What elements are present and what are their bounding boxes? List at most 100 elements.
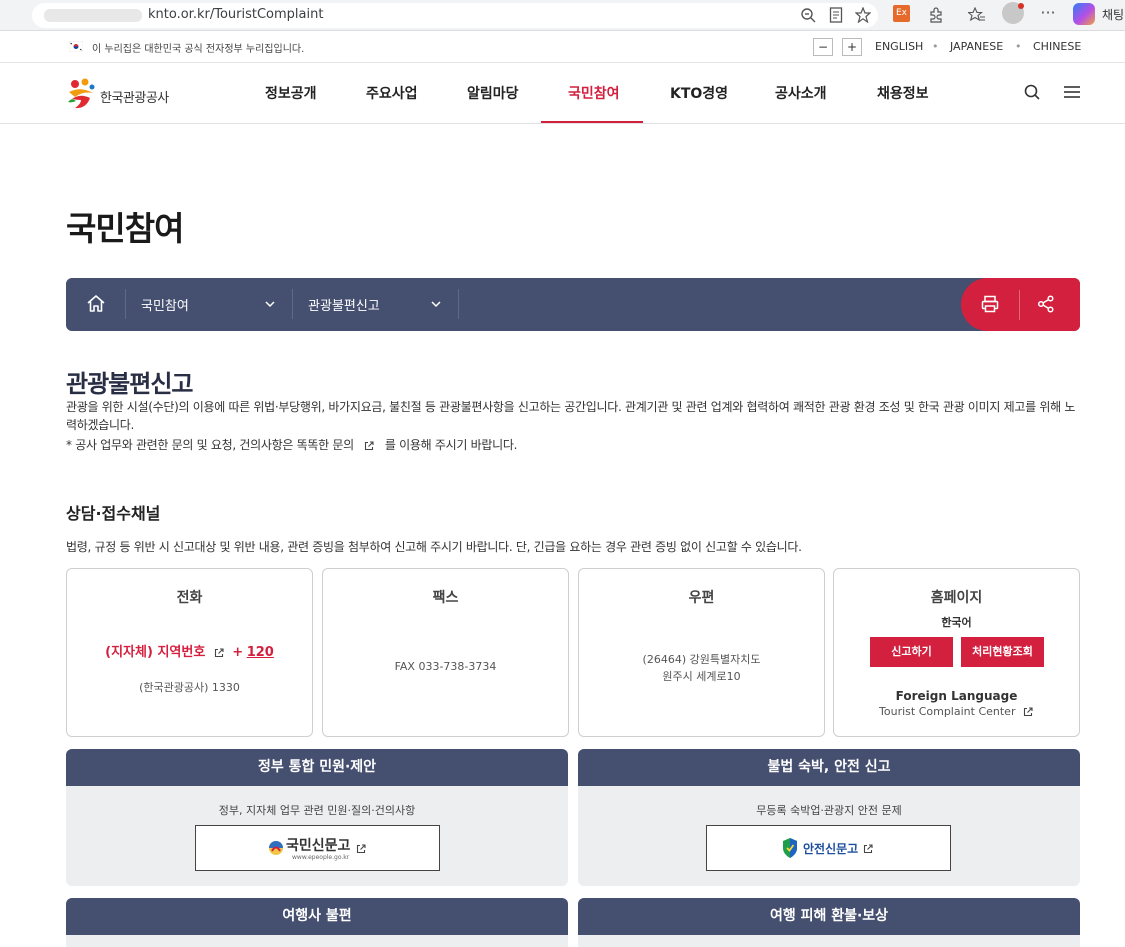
nav-item-management[interactable]: KTO경영 xyxy=(670,83,728,103)
nav-item-notice[interactable]: 알림마당 xyxy=(467,83,519,103)
breadcrumb-divider xyxy=(292,289,293,319)
epeople-logo-url: www.epeople.go.kr xyxy=(292,854,350,861)
gov-banner: 이 누리집은 대한민국 공식 전자정부 누리집입니다. − + ENGLISH … xyxy=(0,31,1125,63)
phone-local-label[interactable]: (지자체) 지역번호 xyxy=(105,645,205,660)
chevron-down-icon[interactable] xyxy=(264,298,276,310)
favorites-icon[interactable] xyxy=(966,4,988,26)
nav-item-about[interactable]: 공사소개 xyxy=(775,83,827,103)
extensions-puzzle-icon[interactable] xyxy=(925,4,947,26)
external-link-icon xyxy=(356,844,366,854)
panel-title: 여행사 불편 xyxy=(66,898,568,935)
phone-120-link[interactable]: 120 xyxy=(247,645,274,660)
share-icon[interactable] xyxy=(1036,294,1056,314)
font-decrease-button[interactable]: − xyxy=(813,38,833,56)
address-bar[interactable]: knto.or.kr/TouristComplaint xyxy=(32,3,878,28)
mail-card-title: 우편 xyxy=(688,590,715,606)
panel-title: 여행 피해 환불·보상 xyxy=(578,898,1080,935)
site-header: 한국관광공사 정보공개 주요사업 알림마당 국민참여 KTO경영 공사소개 채용… xyxy=(0,63,1125,124)
channels-title: 상담·접수채널 xyxy=(66,504,161,523)
phone-card-title: 전화 xyxy=(176,590,203,606)
report-button[interactable]: 신고하기 xyxy=(870,637,953,667)
browser-toolbar: knto.or.kr/TouristComplaint Ex ··· 채팅 xyxy=(0,0,1125,31)
gov-notice: 이 누리집은 대한민국 공식 전자정부 누리집입니다. xyxy=(92,44,305,55)
fax-card-title: 팩스 xyxy=(432,590,459,606)
url-text: knto.or.kr/TouristComplaint xyxy=(148,7,324,22)
section-note: * 공사 업무와 관련한 문의 및 요청, 건의사항은 똑똑한 문의 를 이용해… xyxy=(66,436,517,453)
breadcrumb-divider xyxy=(458,289,459,319)
mail-card: 우편 (26464) 강원특별자치도 원주시 세계로10 xyxy=(578,568,825,737)
page-title: 국민참여 xyxy=(66,209,184,248)
print-icon[interactable] xyxy=(980,294,1000,314)
mail-address-line2: 원주시 세계로10 xyxy=(662,670,741,683)
section-description: 관광을 위한 시설(수단)의 이용에 따른 위법·부당행위, 바가지요금, 불친… xyxy=(66,400,1076,432)
search-icon[interactable] xyxy=(1021,81,1043,103)
homepage-korean-label: 한국어 xyxy=(941,616,972,629)
note-prefix: * 공사 업무와 관련한 문의 및 요청, 건의사항은 똑똑한 문의 xyxy=(66,438,354,452)
epeople-logo-icon xyxy=(269,841,283,855)
chat-label: 채팅 xyxy=(1102,8,1125,22)
url-redacted xyxy=(44,9,142,22)
lang-chinese-link[interactable]: CHINESE xyxy=(1033,40,1081,53)
nav-item-participation[interactable]: 국민참여 xyxy=(568,83,620,103)
phone-plus: + xyxy=(232,645,244,660)
favorite-star-icon[interactable] xyxy=(852,4,874,26)
epeople-logo-text: 국민신문고 xyxy=(286,838,351,854)
lang-japanese-link[interactable]: JAPANESE xyxy=(950,40,1003,53)
panel-travel-agency: 여행사 불편 xyxy=(66,898,568,947)
panel-illegal-lodging: 불법 숙박, 안전 신고 무등록 숙박업·관광지 안전 문제 안전신문고 xyxy=(578,749,1080,886)
status-check-button[interactable]: 처리현황조회 xyxy=(961,637,1044,667)
fax-number: FAX 033-738-3734 xyxy=(394,660,497,673)
panel-description: 정부, 지자체 업무 관련 민원·질의·건의사항 xyxy=(218,804,416,817)
menu-icon[interactable] xyxy=(1061,81,1083,103)
copilot-icon[interactable] xyxy=(1073,3,1095,25)
foreign-link-line: Tourist Complaint Center xyxy=(834,705,1079,718)
panel-refund-compensation: 여행 피해 환불·보상 xyxy=(578,898,1080,947)
panel-gov-petition: 정부 통합 민원·제안 정부, 지자체 업무 관련 민원·질의·건의사항 국민신… xyxy=(66,749,568,886)
panel-title: 정부 통합 민원·제안 xyxy=(66,749,568,786)
fax-card: 팩스 FAX 033-738-3734 xyxy=(322,568,569,737)
panel-title: 불법 숙박, 안전 신고 xyxy=(578,749,1080,786)
breadcrumb-level1[interactable]: 국민참여 xyxy=(141,295,189,314)
panel-description: 무등록 숙박업·관광지 안전 문제 xyxy=(756,804,902,817)
kto-logo[interactable]: 한국관광공사 xyxy=(66,77,186,111)
zoom-icon[interactable] xyxy=(797,4,819,26)
breadcrumb-actions xyxy=(961,278,1080,331)
nav-item-business[interactable]: 주요사업 xyxy=(366,83,418,103)
font-increase-button[interactable]: + xyxy=(842,38,862,56)
homepage-card-title: 홈페이지 xyxy=(930,590,983,606)
korea-flag-icon xyxy=(69,41,83,52)
homepage-card: 홈페이지 한국어 신고하기 처리현황조회 Foreign Language To… xyxy=(833,568,1080,737)
section-title: 관광불편신고 xyxy=(66,370,193,398)
action-divider xyxy=(1019,290,1020,320)
external-link-icon[interactable] xyxy=(1022,706,1034,718)
lang-separator: • xyxy=(1015,40,1022,53)
home-icon[interactable] xyxy=(84,292,108,316)
phone-card: 전화 (지자체) 지역번호 + 120 (한국관광공사) 1330 xyxy=(66,568,313,737)
foreign-language-title: Foreign Language xyxy=(895,689,1018,703)
breadcrumb-level2[interactable]: 관광불편신고 xyxy=(308,295,380,314)
epeople-link[interactable]: 국민신문고 www.epeople.go.kr xyxy=(195,825,440,871)
chevron-down-icon[interactable] xyxy=(430,298,442,310)
mail-address-line1: (26464) 강원특별자치도 xyxy=(642,653,761,666)
external-link-icon[interactable] xyxy=(363,440,375,452)
logo-text: 한국관광공사 xyxy=(100,91,169,106)
safety-report-link[interactable]: 안전신문고 xyxy=(706,825,951,871)
active-nav-indicator xyxy=(541,121,643,123)
external-link-icon[interactable] xyxy=(213,647,225,659)
safety-report-logo-icon xyxy=(783,838,797,858)
kto-logo-icon xyxy=(68,78,95,109)
external-link-icon xyxy=(863,844,873,854)
nav-item-recruit[interactable]: 채용정보 xyxy=(877,83,929,103)
note-suffix: 를 이용해 주시기 바랍니다. xyxy=(384,438,518,452)
lang-english-link[interactable]: ENGLISH xyxy=(875,40,923,53)
notification-dot-icon xyxy=(1018,3,1024,9)
nav-item-info[interactable]: 정보공개 xyxy=(265,83,317,103)
breadcrumb-divider xyxy=(125,289,126,319)
tourist-complaint-center-link[interactable]: Tourist Complaint Center xyxy=(879,705,1015,718)
phone-kto: (한국관광공사) 1330 xyxy=(139,681,240,694)
more-menu-icon[interactable]: ··· xyxy=(1037,4,1059,26)
reader-view-icon[interactable] xyxy=(825,4,847,26)
extension-badge-icon[interactable]: Ex xyxy=(893,5,910,22)
safety-report-logo-text: 안전신문고 xyxy=(803,842,859,856)
phone-local-line: (지자체) 지역번호 + 120 xyxy=(67,641,312,660)
